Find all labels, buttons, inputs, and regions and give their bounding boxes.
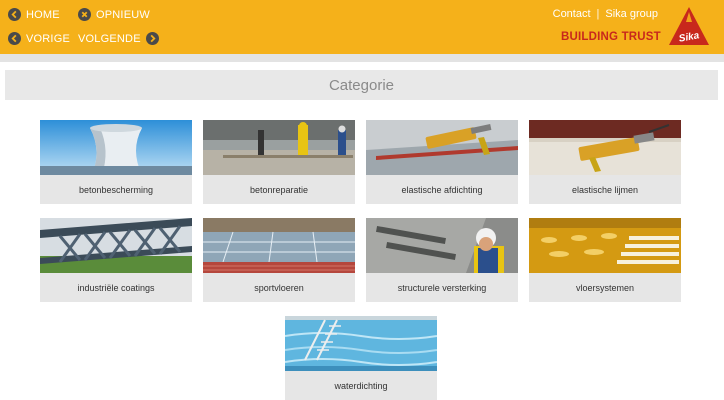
- header-divider: [0, 54, 724, 62]
- category-label: betonbescherming: [78, 184, 154, 195]
- category-label: structurele versterking: [397, 282, 487, 293]
- home-label: HOME: [26, 8, 60, 21]
- sika-logo[interactable]: Sika: [667, 4, 711, 48]
- category-tile-elastische-lijmen[interactable]: elastische lijmen: [529, 120, 681, 204]
- chevron-left-icon: [8, 32, 21, 45]
- sports-floor-photo-icon: [203, 218, 355, 273]
- page-title-bar: Categorie: [5, 70, 718, 100]
- previous-label: VORIGE: [26, 32, 70, 45]
- category-label: waterdichting: [334, 380, 388, 391]
- category-tile-betonreparatie[interactable]: betonreparatie: [203, 120, 355, 204]
- close-icon: [78, 8, 91, 21]
- previous-button[interactable]: VORIGE: [8, 32, 70, 45]
- chevron-left-icon: [8, 8, 21, 21]
- category-tile-betonbescherming[interactable]: betonbescherming: [40, 120, 192, 204]
- swimming-pool-photo-icon: [285, 316, 437, 371]
- floor-system-photo-icon: [529, 218, 681, 273]
- chevron-right-icon: [145, 32, 159, 45]
- category-tile-industriele-coatings[interactable]: industriële coatings: [40, 218, 192, 302]
- sika-group-link[interactable]: Sika group: [605, 8, 658, 20]
- structural-worker-photo-icon: [366, 218, 518, 273]
- brand-tagline: BUILDING TRUST: [561, 31, 661, 43]
- category-label: vloersystemen: [575, 282, 635, 293]
- top-header: HOME OPNIEUW VORIGE VOLGENDE Contact | S…: [0, 0, 724, 54]
- category-tile-vloersystemen[interactable]: vloersystemen: [529, 218, 681, 302]
- category-label: sportvloeren: [254, 282, 304, 293]
- sealant-gun-photo-icon: [366, 120, 518, 175]
- category-tile-sportvloeren[interactable]: sportvloeren: [203, 218, 355, 302]
- contact-link[interactable]: Contact: [553, 8, 591, 20]
- concrete-workers-photo-icon: [203, 120, 355, 175]
- next-button[interactable]: VOLGENDE: [78, 32, 159, 45]
- category-tile-waterdichting[interactable]: waterdichting: [285, 316, 437, 400]
- adhesive-gun-photo-icon: [529, 120, 681, 175]
- restart-button[interactable]: OPNIEUW: [78, 8, 150, 21]
- steel-bridge-photo-icon: [40, 218, 192, 273]
- category-label: betonreparatie: [249, 184, 309, 195]
- category-label: elastische lijmen: [571, 184, 639, 195]
- link-separator: |: [596, 8, 600, 20]
- category-tile-structurele-versterking[interactable]: structurele versterking: [366, 218, 518, 302]
- cooling-tower-photo-icon: [40, 120, 192, 175]
- category-label: elastische afdichting: [401, 184, 483, 195]
- home-button[interactable]: HOME: [8, 8, 60, 21]
- category-tile-elastische-afdichting[interactable]: elastische afdichting: [366, 120, 518, 204]
- restart-label: OPNIEUW: [96, 8, 150, 21]
- page-title: Categorie: [328, 76, 395, 94]
- header-links: Contact | Sika group: [553, 8, 658, 20]
- category-label: industriële coatings: [77, 282, 155, 293]
- next-label: VOLGENDE: [78, 32, 141, 45]
